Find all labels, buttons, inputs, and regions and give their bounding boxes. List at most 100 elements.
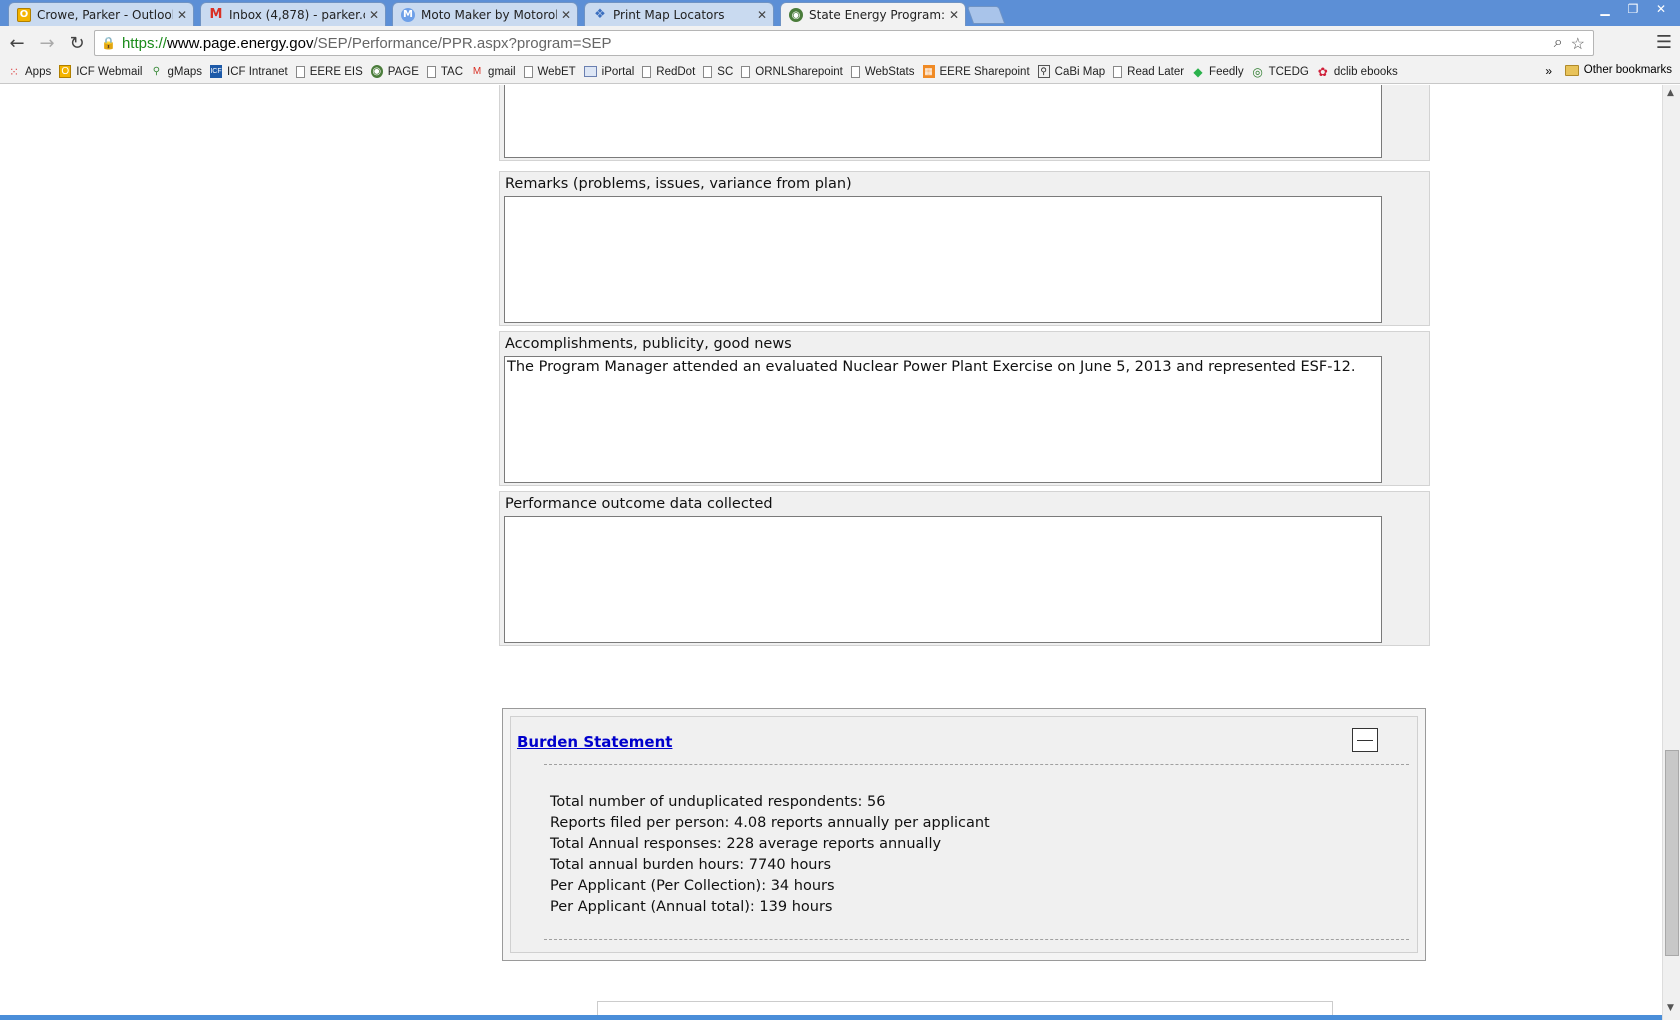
close-icon[interactable]: ✕	[561, 8, 571, 22]
bookmark-eere-sharepoint[interactable]: ▦ EERE Sharepoint	[922, 65, 1030, 78]
bookmark-tac[interactable]: TAC	[426, 65, 463, 78]
close-window-icon[interactable]: ✕	[1648, 0, 1674, 18]
zoom-icon[interactable]: ⌕	[1554, 34, 1563, 54]
menu-icon[interactable]: ☰	[1656, 32, 1672, 53]
remarks-panel: Remarks (problems, issues, variance from…	[499, 171, 1430, 326]
page-icon	[426, 65, 436, 78]
page-icon	[850, 65, 860, 78]
new-tab-button[interactable]	[966, 6, 1006, 24]
burden-statement-list: Total number of unduplicated respondents…	[550, 792, 990, 918]
feedly-icon: ◆	[1193, 64, 1203, 79]
bookmark-icf-webmail[interactable]: O ICF Webmail	[59, 65, 142, 78]
tcedg-icon: ◎	[1252, 64, 1263, 79]
bookmark-gmail[interactable]: Mgmail	[471, 65, 516, 78]
tab-gmail[interactable]: M Inbox (4,878) - parker.crowe ✕	[200, 2, 386, 26]
performance-label: Performance outcome data collected	[505, 496, 773, 512]
performance-textarea[interactable]	[504, 516, 1382, 643]
bookmark-cabi-map[interactable]: ⚲ CaBi Map	[1037, 65, 1105, 78]
bookmark-eere-eis[interactable]: EERE EIS	[295, 65, 363, 78]
minimize-icon[interactable]: ▁	[1592, 0, 1618, 18]
previous-field-panel	[499, 85, 1430, 161]
sharepoint-icon: ▦	[922, 65, 935, 78]
bookmark-read-later[interactable]: Read Later	[1113, 65, 1184, 78]
bookmark-iportal[interactable]: iPortal	[583, 66, 634, 78]
motorola-icon: M	[401, 7, 415, 22]
maps-icon: ⚲	[152, 66, 161, 77]
tab-title: Inbox (4,878) - parker.crowe	[229, 7, 365, 22]
back-arrow-icon[interactable]: ←	[4, 30, 30, 56]
tab-title: Moto Maker by Motorola - A	[421, 7, 557, 22]
tab-outlook[interactable]: O Crowe, Parker - Outlook Web ✕	[8, 2, 194, 26]
window-controls: ▁ ❐ ✕	[1592, 0, 1674, 18]
reload-icon[interactable]: ↻	[64, 30, 90, 56]
page-icon	[295, 65, 305, 78]
page-viewport: Remarks (problems, issues, variance from…	[0, 85, 1662, 1020]
doe-icon: ◉	[370, 65, 383, 78]
accomplishments-panel: Accomplishments, publicity, good news Th…	[499, 331, 1430, 486]
page-icon	[1113, 65, 1123, 78]
bookmark-tcedg[interactable]: ◎ TCEDG	[1252, 64, 1309, 79]
collapse-button[interactable]	[1352, 728, 1378, 752]
gmail-icon: M	[472, 66, 482, 77]
page-icon	[703, 65, 713, 78]
bookmark-page[interactable]: ◉ PAGE	[370, 65, 419, 78]
minus-icon	[1357, 739, 1373, 741]
close-icon[interactable]: ✕	[949, 8, 959, 22]
lock-icon: 🔒	[101, 36, 116, 50]
scroll-thumb[interactable]	[1665, 750, 1679, 956]
burden-statement-link[interactable]: Burden Statement	[517, 733, 672, 751]
tab-title: Crowe, Parker - Outlook Web	[37, 7, 173, 22]
vertical-scrollbar[interactable]: ▲ ▼	[1662, 85, 1680, 1020]
tab-print-map[interactable]: ❖ Print Map Locators ✕	[584, 2, 774, 26]
bookmark-sc[interactable]: SC	[703, 65, 733, 78]
accomplishments-textarea[interactable]: The Program Manager attended an evaluate…	[504, 356, 1382, 483]
taskbar-edge	[0, 1015, 1662, 1020]
burden-line: Per Applicant (Annual total): 139 hours	[550, 899, 833, 915]
tab-title: State Energy Program: Quar	[809, 8, 945, 22]
map-icon: ❖	[594, 7, 606, 22]
scroll-up-icon[interactable]: ▲	[1667, 88, 1674, 98]
close-icon[interactable]: ✕	[369, 8, 379, 22]
outlook-icon: O	[17, 7, 31, 22]
tab-motorola[interactable]: M Moto Maker by Motorola - A ✕	[392, 2, 578, 26]
bookmark-webet[interactable]: WebET	[523, 65, 576, 78]
more-bookmarks-chevron-icon[interactable]: »	[1545, 64, 1552, 78]
remarks-textarea[interactable]	[504, 196, 1382, 323]
doe-icon: ◉	[789, 8, 803, 22]
tab-title: Print Map Locators	[613, 7, 725, 22]
window-icon	[583, 66, 597, 77]
bookmark-apps[interactable]: ⁙ Apps	[8, 64, 51, 79]
close-icon[interactable]: ✕	[757, 8, 767, 22]
tab-state-energy[interactable]: ◉ State Energy Program: Quar ✕	[780, 2, 966, 27]
gmail-icon: M	[209, 7, 223, 22]
forward-arrow-icon[interactable]: →	[34, 30, 60, 56]
bookmark-feedly[interactable]: ◆ Feedly	[1192, 64, 1243, 79]
icf-icon: ICF	[210, 65, 222, 78]
previous-textarea[interactable]	[504, 85, 1382, 158]
bookmark-reddot[interactable]: RedDot	[642, 65, 695, 78]
bookmark-webstats[interactable]: WebStats	[850, 65, 915, 78]
divider	[544, 939, 1409, 940]
close-icon[interactable]: ✕	[177, 8, 187, 22]
star-icon[interactable]: ☆	[1571, 34, 1585, 54]
url-host: www.page.energy.gov	[166, 34, 314, 52]
burden-statement-inner: Burden Statement Total number of undupli…	[510, 716, 1418, 953]
page-icon	[642, 65, 652, 78]
url-scheme: https://	[121, 34, 167, 52]
bookmark-gmaps[interactable]: ⚲ gMaps	[150, 65, 202, 78]
browser-toolbar: ← → ↻ 🔒 https://www.page.energy.gov/SEP/…	[0, 26, 1680, 60]
other-bookmarks-folder[interactable]: Other bookmarks	[1564, 64, 1672, 76]
bookmark-dclib-ebooks[interactable]: ✿ dclib ebooks	[1317, 65, 1398, 79]
restore-icon[interactable]: ❐	[1620, 0, 1646, 18]
bookmark-icf-intranet[interactable]: ICF ICF Intranet	[210, 65, 288, 78]
bookmark-ornl-sharepoint[interactable]: ORNLSharepoint	[741, 65, 843, 78]
url-path: /SEP/Performance/PPR.aspx?program=SEP	[313, 34, 612, 52]
page-icon	[523, 65, 533, 78]
folder-icon	[1564, 64, 1579, 76]
burden-line: Total number of unduplicated respondents…	[550, 794, 886, 810]
outlook-icon: O	[59, 65, 72, 78]
apps-grid-icon: ⁙	[8, 64, 20, 79]
address-bar[interactable]: 🔒 https://www.page.energy.gov/SEP/Perfor…	[94, 30, 1594, 56]
scroll-down-icon[interactable]: ▼	[1667, 1003, 1674, 1013]
bike-icon: ⚲	[1037, 65, 1050, 78]
